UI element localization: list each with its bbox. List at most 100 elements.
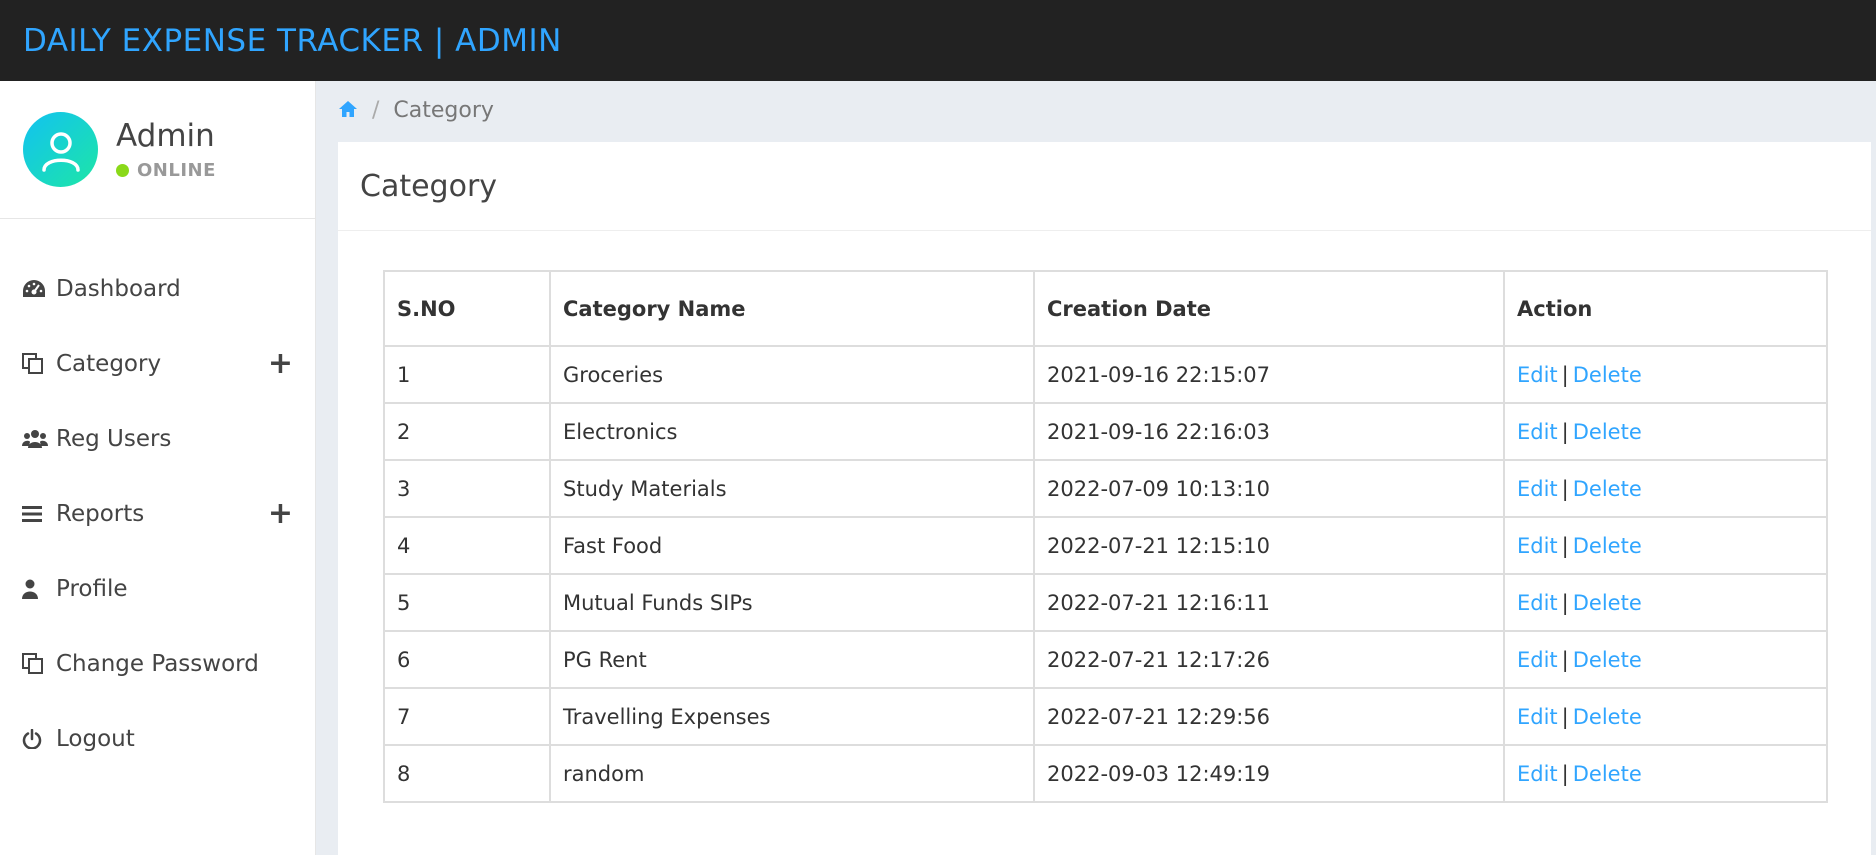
cell-sno: 3 [383,459,551,518]
action-separator: | [1561,533,1569,558]
cell-sno: 5 [383,573,551,632]
cell-creation-date: 2022-07-21 12:17:26 [1033,630,1505,689]
edit-link[interactable]: Edit [1517,648,1558,672]
table-row: 8 random 2022-09-03 12:49:19 Edit | Delete [383,744,1828,803]
delete-link[interactable]: Delete [1573,762,1642,786]
brand-title[interactable]: DAILY EXPENSE TRACKER | ADMIN [23,23,562,59]
cell-category-name: Mutual Funds SIPs [549,573,1035,632]
sidebar-menu: Dashboard Category + Reg Users Reports + [0,219,315,776]
cell-category-name: Electronics [549,402,1035,461]
category-panel: Category S.NO Category Name Creation Dat… [338,142,1871,855]
edit-link[interactable]: Edit [1517,534,1558,558]
column-header-action: Action [1503,270,1828,347]
dashboard-icon [22,278,48,300]
cell-action: Edit | Delete [1503,459,1828,518]
cell-sno: 8 [383,744,551,803]
sidebar-item-label: Category [56,350,162,377]
cell-sno: 1 [383,345,551,404]
user-icon [22,578,48,600]
online-dot-icon [116,164,129,177]
table-row: 4 Fast Food 2022-07-21 12:15:10 Edit | Del… [383,516,1828,575]
copy-icon [22,652,48,675]
category-table-wrapper: S.NO Category Name Creation Date Action … [383,270,1828,803]
cell-creation-date: 2022-07-21 12:15:10 [1033,516,1505,575]
cell-creation-date: 2021-09-16 22:16:03 [1033,402,1505,461]
sidebar-item-change-password[interactable]: Change Password [0,626,315,701]
cell-sno: 6 [383,630,551,689]
delete-link[interactable]: Delete [1573,420,1642,444]
breadcrumb-current: Category [393,98,494,123]
action-separator: | [1561,590,1569,615]
table-row: 6 PG Rent 2022-07-21 12:17:26 Edit | Delet… [383,630,1828,689]
home-icon[interactable] [338,100,358,122]
sidebar-item-logout[interactable]: Logout [0,701,315,776]
edit-link[interactable]: Edit [1517,705,1558,729]
expand-plus-icon[interactable]: + [268,348,293,379]
sidebar-item-label: Logout [56,725,135,752]
sidebar-item-label: Dashboard [56,275,181,302]
sidebar-item-dashboard[interactable]: Dashboard [0,251,315,326]
cell-sno: 2 [383,402,551,461]
cell-creation-date: 2022-09-03 12:49:19 [1033,744,1505,803]
expand-plus-icon[interactable]: + [268,498,293,529]
sidebar-item-label: Change Password [56,650,259,677]
edit-link[interactable]: Edit [1517,477,1558,501]
cell-creation-date: 2022-07-21 12:16:11 [1033,573,1505,632]
action-separator: | [1561,419,1569,444]
profile-block: Admin ONLINE [0,81,315,219]
sidebar-item-label: Reg Users [56,425,172,452]
user-avatar-icon [41,131,80,172]
delete-link[interactable]: Delete [1573,591,1642,615]
sidebar-item-label: Profile [56,575,128,602]
column-header-category-name: Category Name [549,270,1035,347]
cell-action: Edit | Delete [1503,402,1828,461]
breadcrumb: / Category [316,81,1876,140]
table-row: 7 Travelling Expenses 2022-07-21 12:29:5… [383,687,1828,746]
page-title: Category [360,168,498,204]
sidebar-item-reg-users[interactable]: Reg Users [0,401,315,476]
profile-name: Admin [116,118,215,154]
profile-info: Admin ONLINE [116,118,216,181]
cell-category-name: Travelling Expenses [549,687,1035,746]
action-separator: | [1561,647,1569,672]
action-separator: | [1561,704,1569,729]
edit-link[interactable]: Edit [1517,363,1558,387]
column-header-sno: S.NO [383,270,551,347]
column-header-creation-date: Creation Date [1033,270,1505,347]
sidebar-item-category[interactable]: Category + [0,326,315,401]
main-content: / Category Category S.NO Category Name C… [316,81,1876,855]
sidebar-item-reports[interactable]: Reports + [0,476,315,551]
top-navbar: DAILY EXPENSE TRACKER | ADMIN [0,0,1876,81]
delete-link[interactable]: Delete [1573,705,1642,729]
profile-status: ONLINE [116,160,216,181]
table-row: 5 Mutual Funds SIPs 2022-07-21 12:16:11 … [383,573,1828,632]
breadcrumb-separator: / [372,98,380,123]
table-row: 3 Study Materials 2022-07-09 10:13:10 Ed… [383,459,1828,518]
action-separator: | [1561,476,1569,501]
cell-category-name: Study Materials [549,459,1035,518]
cell-creation-date: 2021-09-16 22:15:07 [1033,345,1505,404]
copy-icon [22,352,48,375]
power-icon [22,728,48,750]
sidebar: Admin ONLINE Dashboard Category + Reg Us… [0,81,316,855]
delete-link[interactable]: Delete [1573,534,1642,558]
edit-link[interactable]: Edit [1517,591,1558,615]
category-table: S.NO Category Name Creation Date Action … [383,270,1828,803]
delete-link[interactable]: Delete [1573,363,1642,387]
cell-action: Edit | Delete [1503,516,1828,575]
delete-link[interactable]: Delete [1573,648,1642,672]
cell-action: Edit | Delete [1503,630,1828,689]
cell-sno: 7 [383,687,551,746]
cell-category-name: random [549,744,1035,803]
edit-link[interactable]: Edit [1517,762,1558,786]
cell-action: Edit | Delete [1503,687,1828,746]
status-text: ONLINE [137,160,216,181]
table-row: 2 Electronics 2021-09-16 22:16:03 Edit | D… [383,402,1828,461]
cell-creation-date: 2022-07-09 10:13:10 [1033,459,1505,518]
delete-link[interactable]: Delete [1573,477,1642,501]
cell-sno: 4 [383,516,551,575]
cell-creation-date: 2022-07-21 12:29:56 [1033,687,1505,746]
sidebar-item-profile[interactable]: Profile [0,551,315,626]
action-separator: | [1561,761,1569,786]
edit-link[interactable]: Edit [1517,420,1558,444]
